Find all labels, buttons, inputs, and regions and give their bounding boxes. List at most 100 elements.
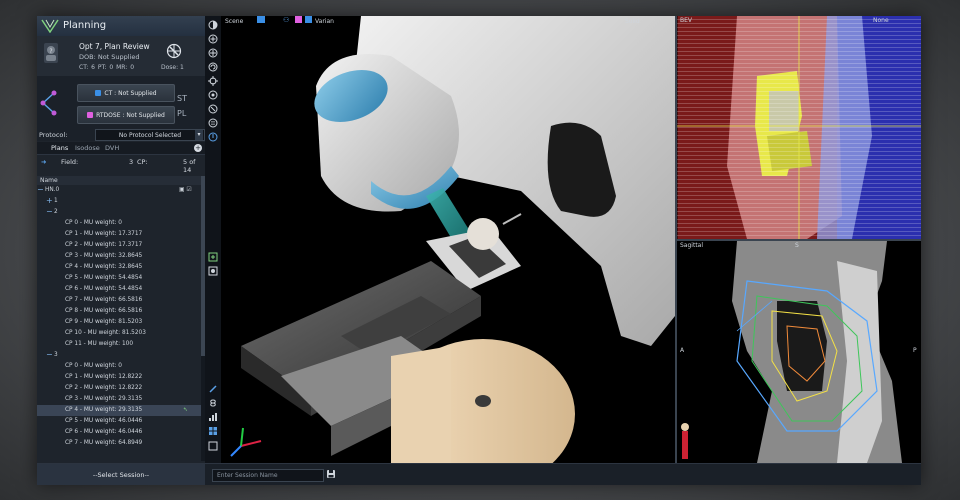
scene-cube-icon[interactable] xyxy=(257,16,265,23)
rtdose-button[interactable]: RTDOSE : Not Supplied xyxy=(77,106,175,124)
add-circle-icon[interactable] xyxy=(208,34,218,44)
list-item-label: CP 2 - MU weight: 17.3717 xyxy=(65,242,143,248)
bev-image xyxy=(677,16,921,239)
list-item-label: CP 6 - MU weight: 54.4854 xyxy=(65,286,143,292)
reset-view-icon[interactable] xyxy=(208,104,218,114)
layers-icon[interactable] xyxy=(208,118,218,128)
contrast-icon[interactable] xyxy=(208,20,218,30)
list-item-label: CP 10 - MU weight: 81.5203 xyxy=(65,330,146,336)
list-item-label: CP 8 - MU weight: 66.5816 xyxy=(65,308,143,314)
list-item[interactable]: CP 0 - MU weight: 0 xyxy=(37,218,201,229)
add-icon[interactable]: + xyxy=(194,144,202,152)
share-icon[interactable]: ⚇ xyxy=(283,16,289,24)
patient-study-counts: CT: 6 PT: 0 MR: 0 xyxy=(79,64,135,71)
left-panel: Planning ? Opt 7, Plan Review DOB: Not S… xyxy=(37,16,205,463)
list-item[interactable]: CP 4 - MU weight: 32.8645 xyxy=(37,262,201,273)
list-item[interactable]: CP 1 - MU weight: 17.3717 xyxy=(37,229,201,240)
list-item[interactable]: − HN.0 ▣ ☑ xyxy=(37,185,201,196)
app-window: Planning ? Opt 7, Plan Review DOB: Not S… xyxy=(37,16,921,485)
protocol-selected-value: No Protocol Selected xyxy=(118,131,182,139)
list-item-label: CP 3 - MU weight: 29.3135 xyxy=(65,396,143,402)
sagittal-label: Sagittal xyxy=(680,242,704,249)
list-item[interactable]: CP 5 - MU weight: 54.4854 xyxy=(37,273,201,284)
tab-dvh[interactable]: DVH xyxy=(105,144,119,152)
bev-view[interactable]: BEV None xyxy=(677,16,921,239)
list-item-label: CP 0 - MU weight: 0 xyxy=(65,220,122,226)
list-item-label: CP 0 - MU weight: 0 xyxy=(65,363,122,369)
list-item[interactable]: +1 xyxy=(37,196,201,207)
machine-label: Varian xyxy=(315,18,334,25)
list-item[interactable]: CP 1 - MU weight: 12.8222 xyxy=(37,372,201,383)
list-item[interactable]: CP 6 - MU weight: 46.0446 xyxy=(37,427,201,438)
list-item[interactable]: −2 xyxy=(37,207,201,218)
add-beam-icon[interactable] xyxy=(208,252,218,262)
list-header-name: Name xyxy=(40,177,58,184)
crosshair-icon[interactable] xyxy=(166,43,182,59)
list-item[interactable]: CP 4 - MU weight: 29.3135 ➴ xyxy=(37,405,201,416)
collapse-icon[interactable]: − xyxy=(37,185,44,194)
list-item[interactable]: CP 11 - MU weight: 100 xyxy=(37,339,201,350)
structure-cube-icon[interactable] xyxy=(305,16,312,23)
ct-cube-icon xyxy=(95,90,102,96)
cp-value: 5 of 14 xyxy=(183,158,196,174)
grid-layout-icon[interactable] xyxy=(208,426,218,436)
zoom-icon[interactable] xyxy=(208,90,218,100)
session-select[interactable]: --Select Session-- xyxy=(37,464,205,485)
patient-dose: Dose: 1 xyxy=(161,64,184,71)
sagittal-view[interactable]: Sagittal S A P xyxy=(677,241,921,463)
ct-button[interactable]: CT : Not Supplied xyxy=(77,84,175,102)
st-button[interactable]: ST xyxy=(177,94,187,103)
link-icon[interactable] xyxy=(208,384,218,394)
session-name-input[interactable]: Enter Session Name xyxy=(212,469,324,482)
list-item[interactable]: CP 2 - MU weight: 12.8222 xyxy=(37,383,201,394)
protocol-select[interactable]: No Protocol Selected ▾ xyxy=(95,129,205,141)
scene-view[interactable]: Scene ⚇ Varian Solid xyxy=(221,16,675,463)
infinity-icon[interactable] xyxy=(208,398,218,408)
list-item-label: CP 4 - MU weight: 29.3135 xyxy=(65,407,143,413)
bev-overlay-mode[interactable]: None xyxy=(873,17,889,24)
list-item[interactable]: CP 9 - MU weight: 81.5203 xyxy=(37,317,201,328)
rtdose-button-label: RTDOSE : Not Supplied xyxy=(96,111,165,119)
plan-tools-icon[interactable]: ▣ ☑ xyxy=(179,187,192,193)
list-item-label: CP 2 - MU weight: 12.8222 xyxy=(65,385,143,391)
render-mode[interactable]: Solid xyxy=(625,18,640,25)
gantry-icon[interactable] xyxy=(208,132,218,142)
protocol-row: Protocol: No Protocol Selected ▾ xyxy=(37,128,205,141)
tab-isodose[interactable]: Isodose xyxy=(75,144,100,152)
tab-plans[interactable]: Plans xyxy=(51,144,68,152)
field-arrow-icon[interactable]: ➜ xyxy=(41,158,46,166)
list-item[interactable]: CP 3 - MU weight: 32.8645 xyxy=(37,251,201,262)
collapse-icon[interactable]: − xyxy=(46,350,53,359)
list-item-label: CP 11 - MU weight: 100 xyxy=(65,341,134,347)
list-item[interactable]: CP 10 - MU weight: 81.5203 xyxy=(37,328,201,339)
list-item[interactable]: CP 7 - MU weight: 64.8949 xyxy=(37,438,201,449)
target-icon[interactable] xyxy=(208,76,218,86)
patient-dob: DOB: Not Supplied xyxy=(79,53,140,61)
save-icon[interactable] xyxy=(326,469,336,479)
bottom-bar: --Select Session-- Enter Session Name xyxy=(37,463,921,485)
dose-cube-icon[interactable] xyxy=(295,16,302,23)
pl-button[interactable]: PL xyxy=(177,109,186,118)
list-item-label: CP 3 - MU weight: 32.8645 xyxy=(65,253,143,259)
list-item[interactable]: −3 xyxy=(37,350,201,361)
chevron-down-icon[interactable]: ▾ xyxy=(195,130,203,140)
list-item[interactable]: CP 7 - MU weight: 66.5816 xyxy=(37,295,201,306)
screenshot-icon[interactable] xyxy=(208,441,218,451)
sagittal-left-marker: A xyxy=(680,347,685,354)
pan-icon[interactable] xyxy=(208,48,218,58)
list-item[interactable]: CP 5 - MU weight: 46.0446 xyxy=(37,416,201,427)
settings-icon[interactable] xyxy=(208,266,218,276)
list-item[interactable]: CP 6 - MU weight: 54.4854 xyxy=(37,284,201,295)
list-item[interactable]: CP 2 - MU weight: 17.3717 xyxy=(37,240,201,251)
list-item[interactable]: CP 0 - MU weight: 0 xyxy=(37,361,201,372)
share-network-icon[interactable] xyxy=(39,90,59,116)
rotate-icon[interactable] xyxy=(208,62,218,72)
list-item[interactable]: CP 8 - MU weight: 66.5816 xyxy=(37,306,201,317)
expand-icon[interactable]: + xyxy=(46,196,53,205)
collapse-icon[interactable]: − xyxy=(46,207,53,216)
beam-active-icon[interactable]: ➴ xyxy=(183,407,188,413)
rtdose-cube-icon xyxy=(87,112,94,118)
scene-label: Scene xyxy=(225,18,244,25)
bar-chart-icon[interactable] xyxy=(208,412,218,422)
list-item[interactable]: CP 3 - MU weight: 29.3135 xyxy=(37,394,201,405)
